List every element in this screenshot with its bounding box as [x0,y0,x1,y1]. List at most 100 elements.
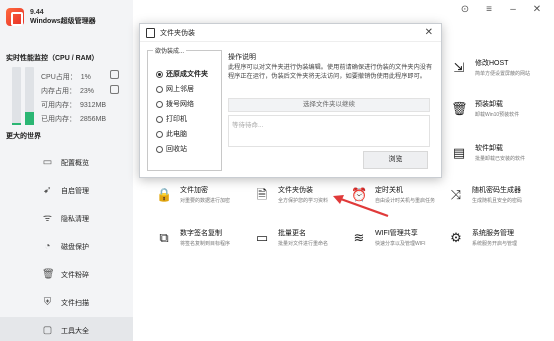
sidebar-item-label: 自启管理 [61,188,89,195]
cpu-gauge [12,67,21,125]
tool-desc: 简单方便设置屏蔽的网站 [475,71,531,77]
tool-desc: 对重要的数据进行加密 [180,198,231,204]
folder-path-field[interactable]: 等待待命... [228,115,430,147]
tool-icon: 🗑 [451,101,468,116]
radio-label: 网上邻居 [166,86,194,93]
radio-label: 回收站 [166,146,187,153]
tool-tile[interactable]: ⤨ 随机密码生成器 生成随机且安全的密码 [448,187,544,213]
sidebar-item-label: 工具大全 [61,328,89,335]
radio-button[interactable] [156,115,163,123]
ram-detail-icon[interactable] [110,85,119,94]
available-metric: 可用内存： 9312MB [41,99,106,113]
tool-name: 文件夹伪装 [278,187,313,194]
tool-name: 随机密码生成器 [472,187,521,194]
radio-option-2[interactable]: 拨号网络 [156,99,194,109]
tool-tile[interactable]: ⚙ 系统服务管理 系统服务开启与管理 [448,230,544,256]
radio-option-0[interactable]: 还原成文件夹 [156,69,208,79]
tool-text: 预装卸载 卸载Win10预装软件 [475,101,519,119]
metric-list: CPU占用： 1% 内存占用： 23% 可用内存： 9312MB 已用内存： 2856M… [41,71,106,127]
tool-text: 数字签名复制将签名复制到目标程序 [180,230,230,248]
dialog-close-button[interactable]: ✕ [425,27,433,38]
radio-button[interactable] [156,145,163,153]
disguise-option-group: 欲伪装成... 还原成文件夹 网上邻居 拨号网络 打印机 此电脑 回收站 [147,46,222,171]
sidebar-item-1[interactable]: ➹ 自启管理 [0,177,133,205]
window-controls: ⊙ ≡ – ✕ [460,4,542,15]
tool-text: 软件卸载 批量卸载已安装的软件 [475,145,525,163]
tool-name: 定时关机 [375,187,403,194]
radio-option-3[interactable]: 打印机 [156,114,187,124]
tool-tile[interactable]: ≋ WIFI管理共享快速分享以及管理WIFI [351,230,447,256]
used-label: 已用内存： [41,116,76,123]
tool-icon: ⚙ [450,230,462,245]
instructions-text: 此程序可以对文件夹进行伪装编辑。使用前请确保进行伪装的文件夹内没有程序正在运行，… [228,64,433,80]
tool-desc: 将签名复制到目标程序 [180,241,231,247]
radio-option-4[interactable]: 此电脑 [156,129,187,139]
close-icon[interactable]: ✕ [532,4,542,15]
cpu-detail-icon[interactable] [110,70,119,79]
sidebar-item-5[interactable]: ⛨ 文件扫描 [0,289,133,317]
tool-icon: ≋ [353,230,365,245]
tool-tile[interactable]: 🗑 预装卸载 卸载Win10预装软件 [451,101,551,127]
radio-option-5[interactable]: 回收站 [156,144,187,154]
tool-name: 系统服务管理 [472,230,514,237]
tool-desc: 快速分享以及管理WIFI [375,241,426,247]
select-folder-button[interactable]: 选择文件夹以继续 [228,98,430,112]
tool-tile[interactable]: ▤ 软件卸载 批量卸载已安装的软件 [451,145,551,171]
app-name: Windows超级管理器 [30,18,96,25]
radio-option-1[interactable]: 网上邻居 [156,84,194,94]
sidebar-item-6[interactable]: ▢ 工具大全 [0,317,133,341]
trash-icon: 🗑 [42,269,55,280]
cpu-metric: CPU占用： 1% [41,71,106,85]
minimize-icon[interactable]: – [508,4,518,15]
ram-label: 内存占用： [41,88,76,95]
radio-label: 此电脑 [166,131,187,138]
sidebar-item-4[interactable]: 🗑 文件粉碎 [0,261,133,289]
radio-label: 打印机 [166,116,187,123]
tool-tile[interactable]: ⧉ 数字签名复制将签名复制到目标程序 [156,230,252,256]
tool-name: WIFI管理共享 [375,230,418,237]
tool-text: 文件加密对重要的数据进行加密 [180,187,230,205]
settings-icon[interactable]: ⊙ [460,4,470,15]
tool-icon: ⧉ [159,230,169,245]
tool-name: 修改HOST [475,60,509,67]
app-version: 9.44 [30,9,44,16]
tool-tile[interactable]: 🔒 文件加密 对重要的数据进行加密 [156,187,252,213]
tool-tile[interactable]: ▭ 批量更名批量对文件进行重命名 [254,230,350,256]
tool-icon: ▭ [255,230,269,245]
radio-button[interactable] [156,85,163,93]
radio-button[interactable] [156,70,163,78]
folder-disguise-dialog: 文件夹伪装 ✕ 欲伪装成... 还原成文件夹 网上邻居 拨号网络 打印机 此电脑 回收站 … [139,23,442,178]
sidebar-item-3[interactable]: ◔ 磁盘保护 [0,233,133,261]
radio-button[interactable] [156,100,163,108]
sidebar-item-0[interactable]: ▭ 配置概览 [0,149,133,177]
tool-icon: ⏰ [351,187,368,202]
tool-name: 批量更名 [278,230,306,237]
tool-icon: ▤ [452,145,466,160]
app-logo [6,8,24,26]
tool-desc: 卸载Win10预装软件 [475,112,520,118]
tool-desc: 批量对文件进行重命名 [278,241,329,247]
menu-icon[interactable]: ≡ [484,4,494,15]
tool-name: 文件加密 [180,187,208,194]
tool-name: 数字签名复制 [180,230,222,237]
more-title: 更大的世界 [6,133,41,140]
sidebar-item-label: 文件扫描 [61,300,89,307]
ram-value: 23% [80,88,95,95]
tool-text: 定时关机 自由设计时关机与重启任务 [375,187,435,205]
tool-text: 修改HOST 简单方便设置屏蔽的网站 [475,60,530,78]
cpu-gauge-fill [12,123,21,125]
tool-tile[interactable]: ⏰ 定时关机 自由设计时关机与重启任务 [351,187,447,213]
dialog-titlebar: 文件夹伪装 [140,24,441,42]
browse-button[interactable]: 浏览 [363,151,428,169]
tool-icon: 🗎 [256,187,268,202]
tool-tile[interactable]: 🗎 文件夹伪装 全方保护您的学习资料 [254,187,350,213]
sidebar-item-label: 配置概览 [61,160,89,167]
radio-button[interactable] [156,130,163,138]
sidebar-nav: ▭ 配置概览 ➹ 自启管理 ᯤ 隐私清理 ◔ 磁盘保护 🗑 文件粉碎 ⛨ 文件扫描 ▢ 工具大全 [0,149,133,341]
tool-tile[interactable]: ⇲ 修改HOST 简单方便设置屏蔽的网站 [451,60,551,86]
app-brand: 9.44 Windows超级管理器 [6,8,96,26]
instructions-title: 操作说明 [228,54,256,61]
dialog-title: 文件夹伪装 [160,29,195,37]
sidebar-item-2[interactable]: ᯤ 隐私清理 [0,205,133,233]
pie-icon: ◔ [44,241,51,252]
